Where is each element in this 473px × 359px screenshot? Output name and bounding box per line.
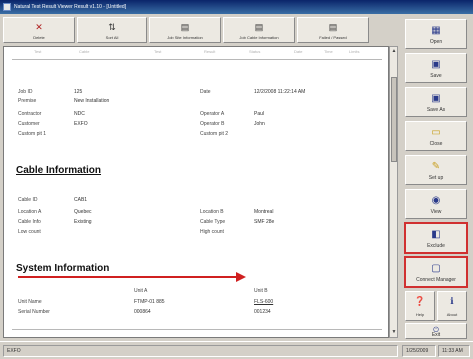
status-time: 11:33 AM xyxy=(438,345,470,357)
view-button[interactable]: ◉ View xyxy=(405,189,467,219)
open-label: Open xyxy=(429,39,443,45)
exclude-button[interactable]: ◧ Exclude xyxy=(404,222,468,254)
open-button[interactable]: ▦ Open xyxy=(405,19,467,49)
status-bar: EXFO 1/25/2009 11:33 AM xyxy=(0,341,473,359)
save-as-label: Save As xyxy=(426,107,446,113)
connect-icon: ▢ xyxy=(431,263,441,274)
view-label: View xyxy=(430,209,442,215)
setup-label: Set up xyxy=(428,175,444,181)
save-as-button[interactable]: ▣ Save As xyxy=(405,87,467,117)
help-button[interactable]: ❓ Help xyxy=(405,291,435,321)
connect-manager-button[interactable]: ▢ Connect Manager xyxy=(404,256,468,288)
open-icon: ▦ xyxy=(431,25,441,36)
save-label: Save xyxy=(430,73,442,79)
exit-button[interactable]: ⏻ Exit xyxy=(405,323,467,339)
action-sidebar: ▦ Open ▣ Save ▣ Save As ▭ Close ✎ Set up… xyxy=(402,17,470,339)
status-text: EXFO xyxy=(3,345,398,357)
save-icon: ▣ xyxy=(431,59,441,70)
close-folder-icon: ▭ xyxy=(431,127,441,138)
exit-label: Exit xyxy=(431,332,441,338)
about-label: About xyxy=(446,312,458,317)
save-button[interactable]: ▣ Save xyxy=(405,53,467,83)
about-button[interactable]: ℹ About xyxy=(437,291,467,321)
help-label: Help xyxy=(415,312,425,317)
help-icon: ❓ xyxy=(414,296,426,306)
about-icon: ℹ xyxy=(450,296,454,306)
app-window: Natural Test Result Viewer Result v1.10 … xyxy=(0,0,473,359)
status-date: 1/25/2009 xyxy=(402,345,436,357)
help-about-row: ❓ Help ℹ About xyxy=(405,291,467,321)
save-as-icon: ▣ xyxy=(431,93,441,104)
view-icon: ◉ xyxy=(431,195,441,206)
close-button[interactable]: ▭ Close xyxy=(405,121,467,151)
exclude-icon: ◧ xyxy=(431,229,441,240)
annotation-arrow-head xyxy=(236,272,246,282)
close-label: Close xyxy=(429,141,443,147)
exclude-label: Exclude xyxy=(427,243,445,249)
setup-icon: ✎ xyxy=(431,161,441,172)
setup-button[interactable]: ✎ Set up xyxy=(405,155,467,185)
connect-manager-label: Connect Manager xyxy=(416,277,456,283)
